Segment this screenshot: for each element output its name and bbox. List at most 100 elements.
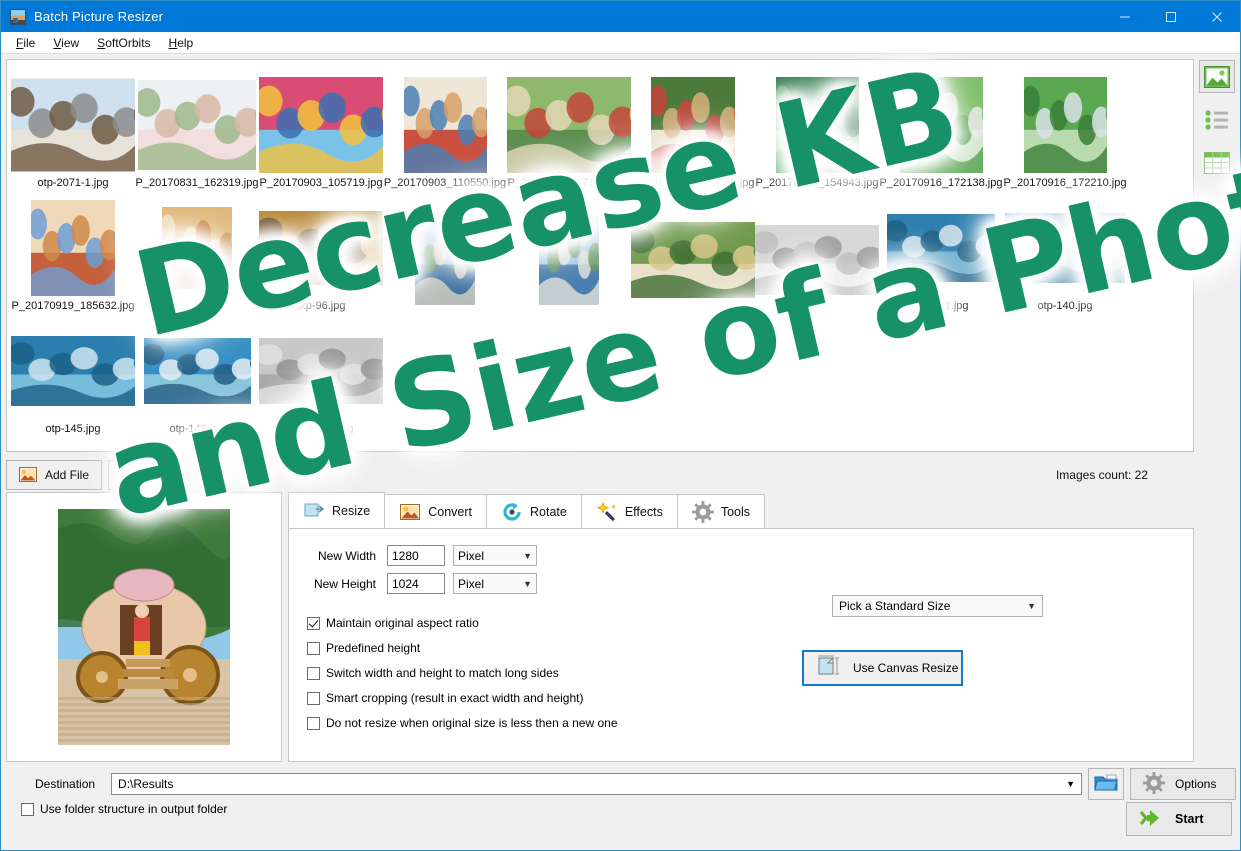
images-count: Images count: 22: [1056, 468, 1192, 482]
thumbnail-item[interactable]: [507, 212, 631, 312]
thumbnail-pane[interactable]: otp-2071-1.jpgP_20170831_162319.jpgP_201…: [6, 59, 1194, 452]
thumbnail-item[interactable]: P_20170916_172210.jpg: [1003, 77, 1127, 189]
checkbox-row-2[interactable]: Switch width and height to match long si…: [289, 666, 1193, 680]
checkbox-4[interactable]: [307, 717, 320, 730]
thumbnail-item[interactable]: P_20170919_185632.jpg: [11, 200, 135, 312]
tab-effects[interactable]: Effects: [581, 494, 678, 528]
new-height-unit-value: Pixel: [458, 577, 484, 591]
tab-tools[interactable]: Tools: [677, 494, 765, 528]
thumbnail-item[interactable]: P_20170916_154943.jpg: [755, 77, 879, 189]
thumbnail-image: [383, 77, 507, 173]
use-folder-structure-checkbox[interactable]: [21, 803, 34, 816]
browse-folder-button[interactable]: [1088, 768, 1124, 800]
new-height-input[interactable]: [387, 573, 445, 594]
use-folder-structure-row[interactable]: Use folder structure in output folder: [7, 802, 1126, 816]
resize-checkbox-list: Maintain original aspect ratio Predefined…: [289, 616, 1193, 730]
thumbnail-image: [259, 200, 383, 296]
thumbnail-item[interactable]: [631, 212, 755, 312]
tabs-pane: ResizeConvert Rotate EffectsTools New Widt…: [288, 492, 1194, 762]
thumbnail-item[interactable]: P_20170903_110550.jpg: [383, 77, 507, 189]
checkbox-row-4[interactable]: Do not resize when original size is less…: [289, 716, 1193, 730]
thumbnail-item[interactable]: [383, 212, 507, 312]
thumbnail-item[interactable]: otp-90.jpg: [135, 200, 259, 312]
thumbnail-item[interactable]: otp-2071-1.jpg: [11, 77, 135, 189]
tab-resize[interactable]: Resize: [288, 492, 385, 528]
thumbnail-item[interactable]: P_20170916_172138.jpg: [879, 77, 1003, 189]
thumbnail-image: [1003, 77, 1127, 173]
use-canvas-resize-button[interactable]: Use Canvas Resize: [802, 650, 963, 686]
new-height-row: New Height Pixel ▼: [289, 573, 1193, 594]
thumbnail-image: [383, 212, 507, 308]
menu-item-softorbits[interactable]: SoftOrbits: [88, 34, 159, 52]
thumbnail-item[interactable]: otp-148.jpg: [135, 323, 259, 435]
thumbnail-item[interactable]: P_20170831_162319.jpg: [135, 77, 259, 189]
thumbnail-filename: P_20170916_172210.jpg: [1004, 177, 1127, 189]
thumbnail-image: [135, 77, 259, 173]
new-width-unit-value: Pixel: [458, 549, 484, 563]
menu-item-help[interactable]: Help: [160, 34, 203, 52]
start-button[interactable]: Start: [1126, 802, 1232, 836]
new-width-unit-select[interactable]: Pixel ▼: [453, 545, 537, 566]
checkbox-3[interactable]: [307, 692, 320, 705]
tab-convert[interactable]: Convert: [384, 494, 487, 528]
preview-image: [58, 509, 230, 745]
picture-icon: [19, 467, 37, 483]
thumbnail-filename: otp-145.jpg: [45, 423, 100, 435]
thumbnail-item[interactable]: otp-96.jpg: [259, 200, 383, 312]
use-folder-structure-label: Use folder structure in output folder: [40, 802, 227, 816]
tab-label: Rotate: [530, 505, 567, 519]
thumbnail-item[interactable]: otp-131.jpg: [879, 200, 1003, 312]
remove-all-button[interactable]: Remove All: [108, 460, 221, 490]
thumbnail-filename: otp-148-1.jpg: [289, 423, 354, 435]
new-width-input[interactable]: [387, 545, 445, 566]
checkbox-label-0: Maintain original aspect ratio: [326, 616, 479, 630]
thumbnail-item[interactable]: P_20170903_171531.jpg: [507, 77, 631, 189]
new-width-row: New Width Pixel ▼: [289, 545, 1193, 566]
thumbnail-image: [879, 77, 1003, 173]
standard-size-select[interactable]: Pick a Standard Size ▼: [832, 595, 1043, 617]
new-height-unit-select[interactable]: Pixel ▼: [453, 573, 537, 594]
minimize-icon[interactable]: [1102, 1, 1148, 32]
destination-combo[interactable]: D:\Results ▼: [111, 773, 1082, 795]
chevron-down-icon: ▼: [523, 579, 532, 589]
add-file-button[interactable]: Add File: [6, 460, 102, 490]
tools-icon: [692, 501, 714, 523]
thumbnail-image: [755, 77, 879, 173]
checkbox-row-3[interactable]: Smart cropping (result in exact width an…: [289, 691, 1193, 705]
lower-section: ResizeConvert Rotate EffectsTools New Widt…: [6, 492, 1194, 766]
close-icon[interactable]: [1194, 1, 1240, 32]
checkbox-label-4: Do not resize when original size is less…: [326, 716, 618, 730]
thumbnail-item[interactable]: P_20170903_182256.jpg: [631, 77, 755, 189]
thumbnail-image: [1003, 200, 1127, 296]
tab-rotate[interactable]: Rotate: [486, 494, 582, 528]
chevron-down-icon: ▼: [1027, 601, 1036, 611]
menu-bar: File View SoftOrbits Help: [1, 32, 1240, 54]
chevron-down-icon: ▼: [523, 551, 532, 561]
thumbnail-filename: otp-148.jpg: [169, 423, 224, 435]
grid-view-icon[interactable]: [1199, 146, 1235, 179]
options-button[interactable]: Options: [1130, 768, 1236, 800]
thumbnail-view-icon[interactable]: [1199, 60, 1235, 93]
checkbox-row-0[interactable]: Maintain original aspect ratio: [289, 616, 1193, 630]
checkbox-1[interactable]: [307, 642, 320, 655]
thumbnail-item[interactable]: P_20170903_105719.jpg: [259, 77, 383, 189]
options-label: Options: [1175, 777, 1216, 791]
thumbnail-item[interactable]: otp-140.jpg: [1003, 200, 1127, 312]
start-label: Start: [1175, 812, 1203, 826]
thumbnail-item[interactable]: otp-148-1.jpg: [259, 323, 383, 435]
menu-item-file[interactable]: File: [7, 34, 44, 52]
checkbox-0[interactable]: [307, 617, 320, 630]
thumbnail-image: [11, 323, 135, 419]
thumbnail-filename: P_20170903_182256.jpg: [632, 177, 755, 189]
destination-label: Destination: [7, 777, 105, 791]
menu-item-view[interactable]: View: [44, 34, 88, 52]
list-view-icon[interactable]: [1199, 103, 1235, 136]
checkbox-row-1[interactable]: Predefined height: [289, 641, 1193, 655]
preview-pane[interactable]: [6, 492, 282, 762]
resize-tab-panel: New Width Pixel ▼ New Height: [288, 528, 1194, 762]
thumbnail-item[interactable]: [755, 212, 879, 312]
maximize-icon[interactable]: [1148, 1, 1194, 32]
checkbox-2[interactable]: [307, 667, 320, 680]
thumbnail-item[interactable]: otp-145.jpg: [11, 323, 135, 435]
thumbnail-filename: P_20170903_110550.jpg: [384, 177, 506, 189]
